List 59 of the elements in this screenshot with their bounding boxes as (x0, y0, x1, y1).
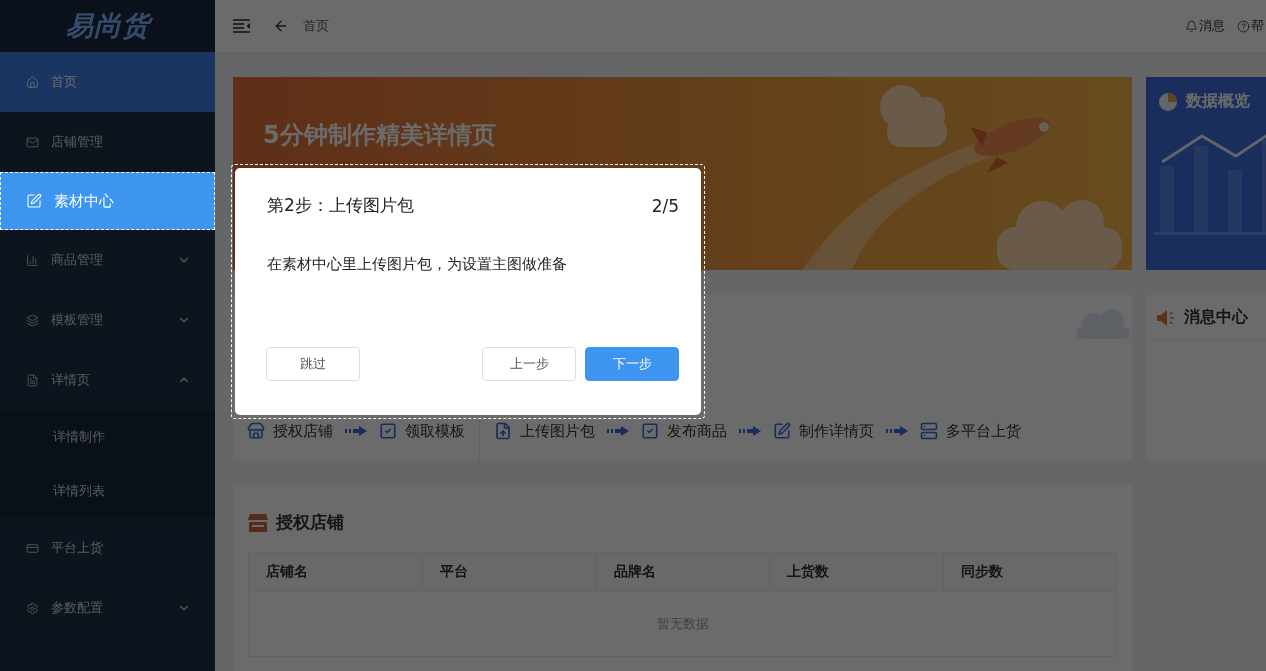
triple-arrow-icon (886, 426, 908, 436)
sidebar-item[interactable]: 详情页 (0, 350, 215, 410)
help-icon (1237, 19, 1250, 33)
sidebar-item[interactable]: 平台上货 (0, 518, 215, 578)
step-label: 发布商品 (641, 421, 727, 441)
help-link[interactable]: 帮 (1237, 17, 1264, 35)
triple-arrow-icon (345, 426, 367, 436)
card-icon (26, 541, 39, 555)
column-header: 平台 (422, 553, 596, 591)
column-header: 同步数 (942, 553, 1116, 591)
sidebar-item[interactable]: 参数配置 (0, 578, 215, 638)
triple-arrow-icon (739, 426, 761, 436)
menu-fold-icon[interactable] (233, 19, 251, 33)
step-label: 多平台上货 (920, 421, 1021, 441)
sidebar-item[interactable]: 模板管理 (0, 290, 215, 350)
triple-arrow-icon (607, 426, 629, 436)
submenu-item[interactable]: 详情制作 (0, 410, 215, 464)
check-square-icon (379, 422, 397, 440)
next-button[interactable]: 下一步 (585, 347, 679, 381)
store-icon (247, 422, 265, 440)
check-square-icon (641, 422, 659, 440)
sidebar-item[interactable]: 商品管理 (0, 230, 215, 290)
card-title: 数据概览 (1186, 91, 1250, 112)
settings-icon (26, 601, 39, 615)
edit-icon (773, 422, 791, 440)
step-label: 制作详情页 (773, 421, 874, 441)
column-header: 品牌名 (595, 553, 770, 591)
mail-icon (26, 135, 39, 149)
store-icon (248, 513, 268, 532)
dialog-title: 第2步：上传图片包 (267, 194, 414, 217)
pie-chart-icon (1158, 91, 1178, 112)
sidebar-item[interactable]: 素材中心 (0, 172, 215, 230)
step-label: 领取模板 (379, 421, 465, 441)
previous-button[interactable]: 上一步 (482, 347, 576, 381)
home-icon (26, 75, 39, 89)
banner-title: 5分钟制作精美详情页 (263, 120, 496, 151)
sidebar-item[interactable]: 首页 (0, 52, 215, 112)
breadcrumb[interactable]: 首页 (303, 17, 329, 35)
skip-button[interactable]: 跳过 (266, 347, 360, 381)
step-label: 上传图片包 (494, 421, 595, 441)
server-icon (920, 422, 938, 440)
submenu-item[interactable]: 详情列表 (0, 464, 215, 518)
file-upload-icon (494, 422, 512, 440)
edit-icon (26, 193, 42, 209)
messages-link[interactable]: 消息 (1185, 17, 1225, 35)
dialog-text: 在素材中心里上传图片包，为设置主图做准备 (267, 255, 568, 274)
column-header: 上货数 (769, 553, 943, 591)
card-title: 授权店铺 (276, 511, 344, 534)
card-title: 消息中心 (1184, 307, 1248, 328)
sidebar-item[interactable]: 店铺管理 (0, 112, 215, 172)
layers-icon (26, 313, 39, 327)
column-header: 店铺名 (265, 562, 309, 581)
document-icon (26, 373, 39, 387)
speaker-icon (1156, 308, 1176, 327)
bell-icon (1185, 19, 1198, 33)
step-counter: 2/5 (651, 195, 679, 216)
bar-chart-icon (26, 253, 39, 267)
step-label: 授权店铺 (247, 421, 333, 441)
back-arrow-icon[interactable] (273, 18, 289, 34)
